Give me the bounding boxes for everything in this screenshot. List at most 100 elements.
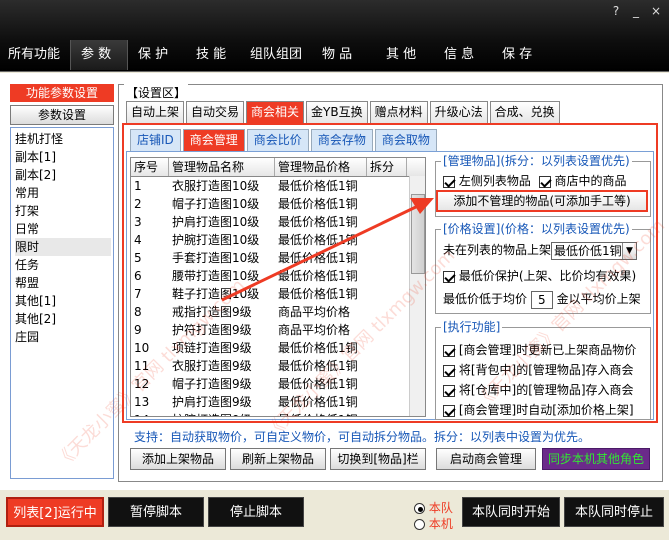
team-start-button[interactable]: 本队同时开始 bbox=[462, 497, 560, 527]
add-listed-items-button[interactable]: 添加上架物品 bbox=[130, 448, 226, 470]
exec-option-row[interactable]: [商会管理]时自动[添加价格上架] bbox=[443, 401, 634, 418]
refresh-listed-items-button[interactable]: 刷新上架物品 bbox=[230, 448, 326, 470]
team-stop-button[interactable]: 本队同时停止 bbox=[564, 497, 664, 527]
radio-local[interactable] bbox=[414, 519, 425, 530]
chevron-down-icon[interactable]: ▼ bbox=[622, 242, 637, 259]
table-row[interactable]: 1 衣服打造图10级 最低价格低1铜 bbox=[131, 177, 425, 195]
nav-tab-save[interactable]: 保 存 bbox=[492, 40, 550, 70]
help-icon[interactable]: ? bbox=[606, 2, 626, 20]
radio-team-row[interactable]: 本队 bbox=[414, 499, 453, 516]
checkbox-label: [商会管理]时更新已上架商品物价 bbox=[458, 343, 637, 357]
tab-auto-trade[interactable]: 自动交易 bbox=[186, 101, 245, 123]
exec-option-row[interactable]: 将[背包中]的[管理物品]存入商会 bbox=[443, 361, 634, 378]
scrollbar-thumb[interactable] bbox=[411, 194, 425, 274]
subtab-retrieve[interactable]: 商会取物 bbox=[374, 129, 437, 151]
checkbox-label: [商会管理]时自动[添加价格上架] bbox=[458, 403, 634, 417]
nav-tab-protect[interactable]: 保 护 bbox=[128, 40, 186, 70]
subtab-shop-id[interactable]: 店铺ID bbox=[130, 129, 181, 151]
column-header[interactable]: 拆分 bbox=[367, 158, 407, 176]
table-cell: 最低价格低1铜 bbox=[278, 251, 358, 265]
table-row[interactable]: 6 腰带打造图10级 最低价格低1铜 bbox=[131, 267, 425, 285]
tab-auto-list[interactable]: 自动上架 bbox=[126, 101, 185, 123]
table-cell: 手套打造图10级 bbox=[172, 251, 260, 265]
sidebar-item[interactable]: 副本[1] bbox=[15, 148, 113, 166]
table-scrollbar[interactable] bbox=[409, 176, 425, 416]
radio-label: 本机 bbox=[428, 517, 453, 531]
sidebar-item[interactable]: 其他[2] bbox=[15, 310, 113, 328]
list-items-checkbox[interactable] bbox=[443, 175, 455, 188]
pause-script-button[interactable]: 暂停脚本 bbox=[108, 497, 204, 527]
sidebar-item[interactable]: 任务 bbox=[15, 256, 113, 274]
list-items-checkbox-row[interactable]: 左侧列表物品 商店中的商品 bbox=[443, 172, 627, 189]
nav-tab-other[interactable]: 其 他 bbox=[376, 40, 434, 70]
tab-guild-shop[interactable]: 商会相关 bbox=[246, 101, 305, 123]
sync-other-roles-button[interactable]: 同步本机其他角色 bbox=[542, 448, 650, 470]
nav-tab-params[interactable]: 参 数 bbox=[70, 40, 129, 70]
radio-local-row[interactable]: 本机 bbox=[414, 515, 453, 532]
exec-option-checkbox[interactable] bbox=[443, 384, 455, 397]
subtab-compare[interactable]: 商会比价 bbox=[246, 129, 309, 151]
table-row[interactable]: 2 帽子打造图10级 最低价格低1铜 bbox=[131, 195, 425, 213]
sidebar-item[interactable]: 打架 bbox=[15, 202, 113, 220]
nav-tab-team[interactable]: 组队组团 bbox=[240, 40, 312, 70]
exec-option-checkbox[interactable] bbox=[443, 344, 455, 357]
exec-option-checkbox[interactable] bbox=[443, 404, 455, 417]
minimize-icon[interactable]: _ bbox=[626, 2, 646, 20]
table-row[interactable]: 10 项链打造图9级 最低价格低1铜 bbox=[131, 339, 425, 357]
column-header[interactable]: 管理物品名称 bbox=[169, 158, 275, 176]
subtab-store[interactable]: 商会存物 bbox=[310, 129, 373, 151]
price-protect-checkbox[interactable] bbox=[443, 270, 455, 283]
unlisted-price-label: 未在列表的物品上架 bbox=[443, 243, 552, 257]
table-row[interactable]: 5 手套打造图10级 最低价格低1铜 bbox=[131, 249, 425, 267]
shop-items-checkbox[interactable] bbox=[538, 175, 551, 188]
add-unmanaged-item-button[interactable]: 添加不管理的物品(可添加手工等) bbox=[436, 190, 648, 212]
price-protect-row[interactable]: 最低价保护(上架、比价均有效果) bbox=[443, 267, 636, 284]
exec-option-row[interactable]: [商会管理]时更新已上架商品物价 bbox=[443, 341, 636, 358]
sidebar-item[interactable]: 副本[2] bbox=[15, 166, 113, 184]
column-header[interactable]: 序号 bbox=[131, 158, 169, 176]
table-row[interactable]: 7 鞋子打造图10级 最低价格低1铜 bbox=[131, 285, 425, 303]
table-row[interactable]: 4 护腕打造图10级 最低价格低1铜 bbox=[131, 231, 425, 249]
nav-tab-items[interactable]: 物 品 bbox=[312, 40, 376, 70]
status-button[interactable]: 列表[2]运行中 bbox=[6, 497, 104, 527]
table-cell bbox=[367, 303, 407, 321]
sidebar-item[interactable]: 其他[1] bbox=[15, 292, 113, 310]
table-cell: 戒指打造图9级 bbox=[172, 305, 252, 319]
exec-option-checkbox[interactable] bbox=[443, 364, 455, 377]
table-row[interactable]: 14护腕打造图9级最低价格低1铜 bbox=[131, 411, 425, 416]
nav-tab-info[interactable]: 信 息 bbox=[434, 40, 492, 70]
stop-script-button[interactable]: 停止脚本 bbox=[208, 497, 304, 527]
sidebar-item[interactable]: 限时 bbox=[15, 238, 111, 256]
tab-gift-points[interactable]: 赠点材料 bbox=[369, 101, 428, 123]
tab-gold-yb[interactable]: 金YB互换 bbox=[306, 101, 368, 123]
tab-upgrade[interactable]: 升级心法 bbox=[429, 101, 488, 123]
table-row[interactable]: 8 戒指打造图9级 商品平均价格 bbox=[131, 303, 425, 321]
below-average-input[interactable]: 5 bbox=[530, 290, 553, 309]
column-header[interactable]: 管理物品价格 bbox=[275, 158, 367, 176]
subtab-manage[interactable]: 商会管理 bbox=[182, 129, 245, 151]
exec-option-row[interactable]: 将[仓库中]的[管理物品]存入商会 bbox=[443, 381, 634, 398]
sidebar-item[interactable]: 庄园 bbox=[15, 328, 113, 346]
close-icon[interactable]: × bbox=[646, 2, 666, 20]
table-row[interactable]: 9 护符打造图9级 商品平均价格 bbox=[131, 321, 425, 339]
start-guild-manage-button[interactable]: 启动商会管理 bbox=[436, 448, 536, 470]
table-cell bbox=[367, 177, 407, 195]
below-average-suffix: 金以平均价上架 bbox=[556, 292, 641, 306]
sidebar-item[interactable]: 挂机打怪 bbox=[15, 130, 113, 148]
switch-items-tab-button[interactable]: 切换到[物品]栏 bbox=[330, 448, 426, 470]
table-row[interactable]: 3 护肩打造图10级 最低价格低1铜 bbox=[131, 213, 425, 231]
radio-team[interactable] bbox=[414, 503, 425, 514]
table-cell bbox=[367, 213, 407, 231]
sidebar-item[interactable]: 日常 bbox=[15, 220, 113, 238]
sidebar-item[interactable]: 帮盟 bbox=[15, 274, 113, 292]
unlisted-price-select[interactable]: 最低价低1铜 ▼ bbox=[551, 241, 638, 260]
nav-tab-skills[interactable]: 技 能 bbox=[186, 40, 240, 70]
param-settings-button[interactable]: 参数设置 bbox=[10, 105, 114, 125]
sidebar-item[interactable]: 常用 bbox=[15, 184, 113, 202]
tab-synthesis[interactable]: 合成、兑换 bbox=[489, 101, 560, 123]
table-cell bbox=[367, 267, 407, 285]
table-row[interactable]: 12 帽子打造图9级 最低价格低1铜 bbox=[131, 375, 425, 393]
table-row[interactable]: 11 衣服打造图9级 最低价格低1铜 bbox=[131, 357, 425, 375]
nav-tab-all[interactable]: 所有功能 bbox=[0, 40, 70, 70]
table-row[interactable]: 13 护肩打造图9级 最低价格低1铜 bbox=[131, 393, 425, 411]
